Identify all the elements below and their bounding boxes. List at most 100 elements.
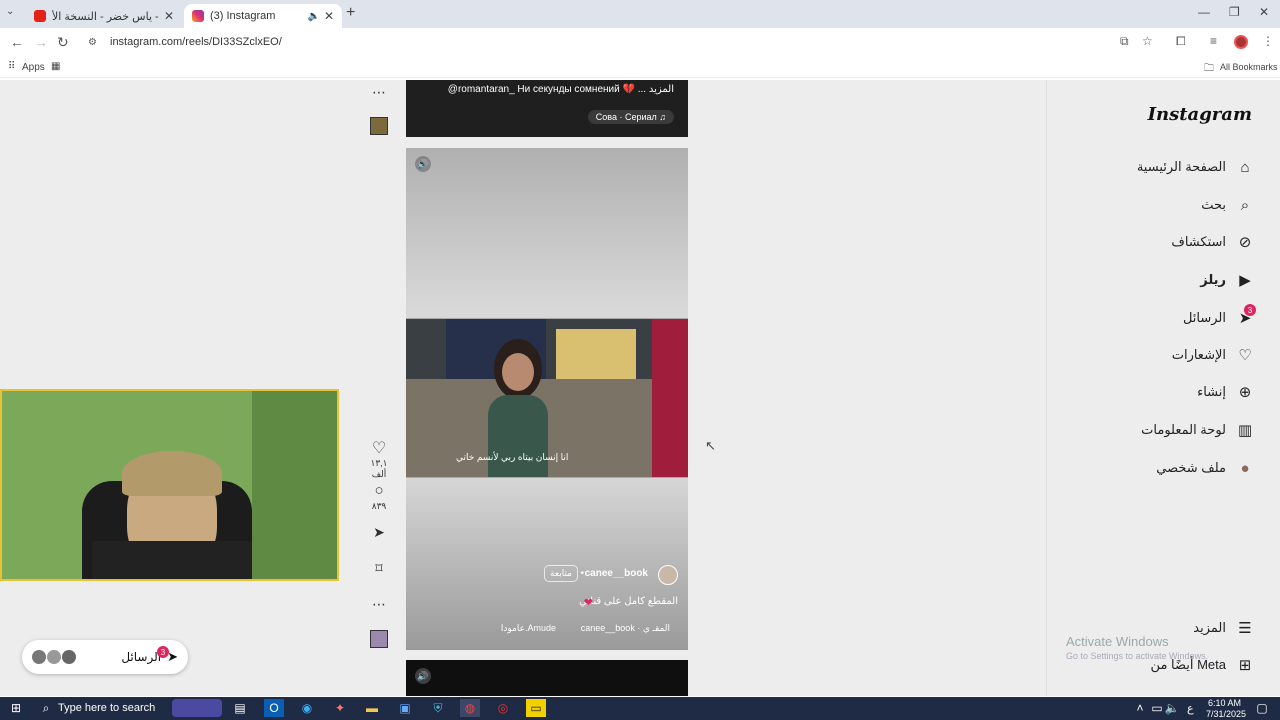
tab-title: (3) Instagram (210, 10, 276, 22)
windows-taskbar: ⊞ ⌕ Type here to search ▤ O ◉ ✦ ▬ ▣ ⛨ ◍ … (0, 697, 1280, 720)
site-info-icon[interactable]: ⚙ (88, 37, 100, 48)
install-icon[interactable]: ⧉ (1120, 34, 1129, 49)
all-bookmarks[interactable]: All Bookmarks (1220, 62, 1278, 72)
volume-tray-icon[interactable]: 🔈 (1162, 699, 1182, 717)
close-tab-icon[interactable]: ✕ (324, 9, 334, 23)
app-icon[interactable]: ▭ (526, 699, 546, 717)
reload-icon[interactable]: ↻ (57, 34, 69, 51)
extensions-icon[interactable]: ⧠ (1176, 34, 1186, 49)
chrome-icon[interactable]: ◍ (460, 699, 480, 717)
speaker-icon[interactable]: 🔈 (307, 11, 319, 22)
activate-windows-subtitle: Go to Settings to activate Windows. (1066, 651, 1209, 661)
media-icon[interactable]: ≡ (1210, 34, 1217, 48)
volume-icon[interactable]: 🔊 (415, 668, 431, 684)
separator-dot: • (580, 568, 584, 579)
sidebar-item-heart[interactable]: الإشعارات ♡ (1172, 346, 1254, 364)
copilot-icon[interactable]: ✦ (330, 699, 350, 717)
close-tab-icon[interactable]: ✕ (164, 9, 174, 23)
reel-audio[interactable]: canee__book · المقـ ي (581, 623, 670, 634)
previous-reel[interactable]: @romantaran_ Ни секунды сомнений 💔 ... ا… (406, 80, 688, 137)
tab-title: اه يا ليل - ياس خضر - النسخة الأ (52, 10, 160, 23)
file-explorer-icon[interactable]: ▬ (362, 699, 382, 717)
like-icon[interactable]: ♡ (366, 438, 392, 458)
search-highlight-icon[interactable] (172, 699, 222, 717)
sidebar-item-messenger[interactable]: الرسائل ➤ 3 (1183, 304, 1256, 327)
profile-avatar[interactable] (1234, 35, 1248, 49)
messages-pill[interactable]: الرسائل ➤ 3 (22, 640, 188, 674)
avatar-icon: ● (1240, 459, 1250, 477)
tab-search-icon[interactable]: ⌄ (6, 6, 14, 17)
activate-windows-title: Activate Windows (1066, 634, 1169, 649)
task-view-icon[interactable]: ▤ (230, 699, 250, 717)
avatar (62, 650, 76, 664)
search-icon: ⌕ (1240, 196, 1250, 214)
meta-apps-icon: ⊞ (1238, 657, 1252, 674)
taskbar-search[interactable]: Type here to search (58, 702, 155, 714)
reel-caption: @romantaran_ Ни секунды сомнений 💔 ... ا… (447, 84, 674, 95)
next-reel[interactable]: 🔊 (406, 660, 688, 696)
reel-author-avatar[interactable] (658, 565, 678, 585)
reel-username[interactable]: canee__book (585, 568, 648, 579)
menu-icon[interactable]: ⋮ (1262, 34, 1274, 48)
obs-icon[interactable]: ◎ (493, 699, 513, 717)
more-options-icon[interactable]: ⋯ (366, 596, 392, 613)
clock-time[interactable]: 6:10 AM (1208, 698, 1241, 708)
save-icon[interactable]: ⌑ (366, 560, 392, 577)
back-icon[interactable]: ← (10, 34, 24, 50)
dashboard-icon: ▥ (1237, 422, 1253, 439)
forward-icon[interactable]: → (34, 34, 48, 50)
reel-overlay-text: انا إنسان بيتاه ربي لأنسم خاتي (456, 452, 569, 462)
sidebar-item-plus[interactable]: إنشاء ⊕ (1197, 383, 1254, 401)
instagram-icon (192, 10, 204, 22)
tab-instagram[interactable]: (3) Instagram 🔈 ✕ (184, 4, 342, 28)
search-icon[interactable]: ⌕ (36, 699, 56, 717)
instagram-logo[interactable]: Instagram (1148, 104, 1252, 125)
store-icon[interactable]: ▣ (395, 699, 415, 717)
sidebar-item-dashboard[interactable]: لوحة المعلومات ▥ (1141, 421, 1254, 439)
avatar (32, 650, 46, 664)
reel-audio[interactable]: Сова · Сериал ♫ (587, 110, 674, 124)
apps-grid-icon[interactable]: ⠿ (8, 61, 15, 72)
webcam-overlay (0, 389, 339, 581)
reels-icon: ▶ (1239, 272, 1251, 289)
new-tab-icon[interactable]: + (346, 4, 355, 22)
clock-date[interactable]: 7/31/2025 (1206, 709, 1246, 719)
messages-badge: 3 (1244, 304, 1256, 316)
defender-icon[interactable]: ⛨ (428, 699, 448, 717)
notifications-icon[interactable]: ▢ (1252, 699, 1272, 717)
tab-groups-icon[interactable]: ▦ (51, 61, 60, 72)
tab-youtube[interactable]: اه يا ليل - ياس خضر - النسخة الأ ✕ (26, 4, 182, 28)
sidebar-item-home[interactable]: الصفحة الرئيسية ⌂ (1137, 158, 1254, 176)
edge-icon[interactable]: ◉ (297, 699, 317, 717)
home-icon: ⌂ (1240, 158, 1250, 176)
sidebar-item-more[interactable]: المزيد ☰ (1193, 619, 1254, 637)
sidebar-item-label: الصفحة الرئيسية (1136, 159, 1226, 174)
star-icon[interactable]: ☆ (1142, 34, 1153, 48)
volume-icon[interactable]: 🔊 (415, 156, 431, 172)
audio-thumbnail[interactable] (370, 630, 388, 648)
sidebar-item-compass[interactable]: استكشاف ⊘ (1171, 233, 1254, 251)
sidebar-item-label: إنشاء (1197, 384, 1226, 399)
share-icon[interactable]: ➤ (366, 524, 392, 541)
restore-icon[interactable]: ❐ (1229, 5, 1240, 19)
sidebar-item-reels[interactable]: ريلز ▶ (1200, 271, 1254, 289)
audio-thumbnail[interactable] (370, 117, 388, 135)
apps-bookmark[interactable]: Apps (22, 62, 45, 73)
sidebar-item-avatar[interactable]: ملف شخصي ● (1156, 459, 1254, 477)
windows-start-icon[interactable]: ⊞ (6, 699, 26, 717)
follow-button[interactable]: متابعة (544, 565, 578, 582)
mouse-cursor-icon: ↖ (705, 438, 716, 453)
comment-icon[interactable]: ○ (366, 482, 392, 499)
more-label: المزيد (1193, 620, 1226, 635)
current-reel[interactable]: 🔊 انا إنسان بيتاه ربي لأنسم خاتي canee__… (406, 148, 688, 650)
language-indicator[interactable]: ع (1187, 702, 1194, 715)
close-window-icon[interactable]: ✕ (1259, 5, 1269, 19)
more-options-icon[interactable]: ⋯ (366, 84, 392, 101)
minimize-icon[interactable]: — (1198, 5, 1210, 19)
sidebar-item-search[interactable]: بحث ⌕ (1201, 196, 1254, 214)
outlook-icon[interactable]: O (264, 699, 284, 717)
sidebar-item-label: لوحة المعلومات (1141, 422, 1226, 437)
address-bar[interactable]: ⚙ instagram.com/reels/DI33SZclxEO/ (80, 31, 1170, 53)
url-text: instagram.com/reels/DI33SZclxEO/ (110, 36, 282, 48)
reel-location[interactable]: عامودا.Amude (501, 623, 556, 634)
